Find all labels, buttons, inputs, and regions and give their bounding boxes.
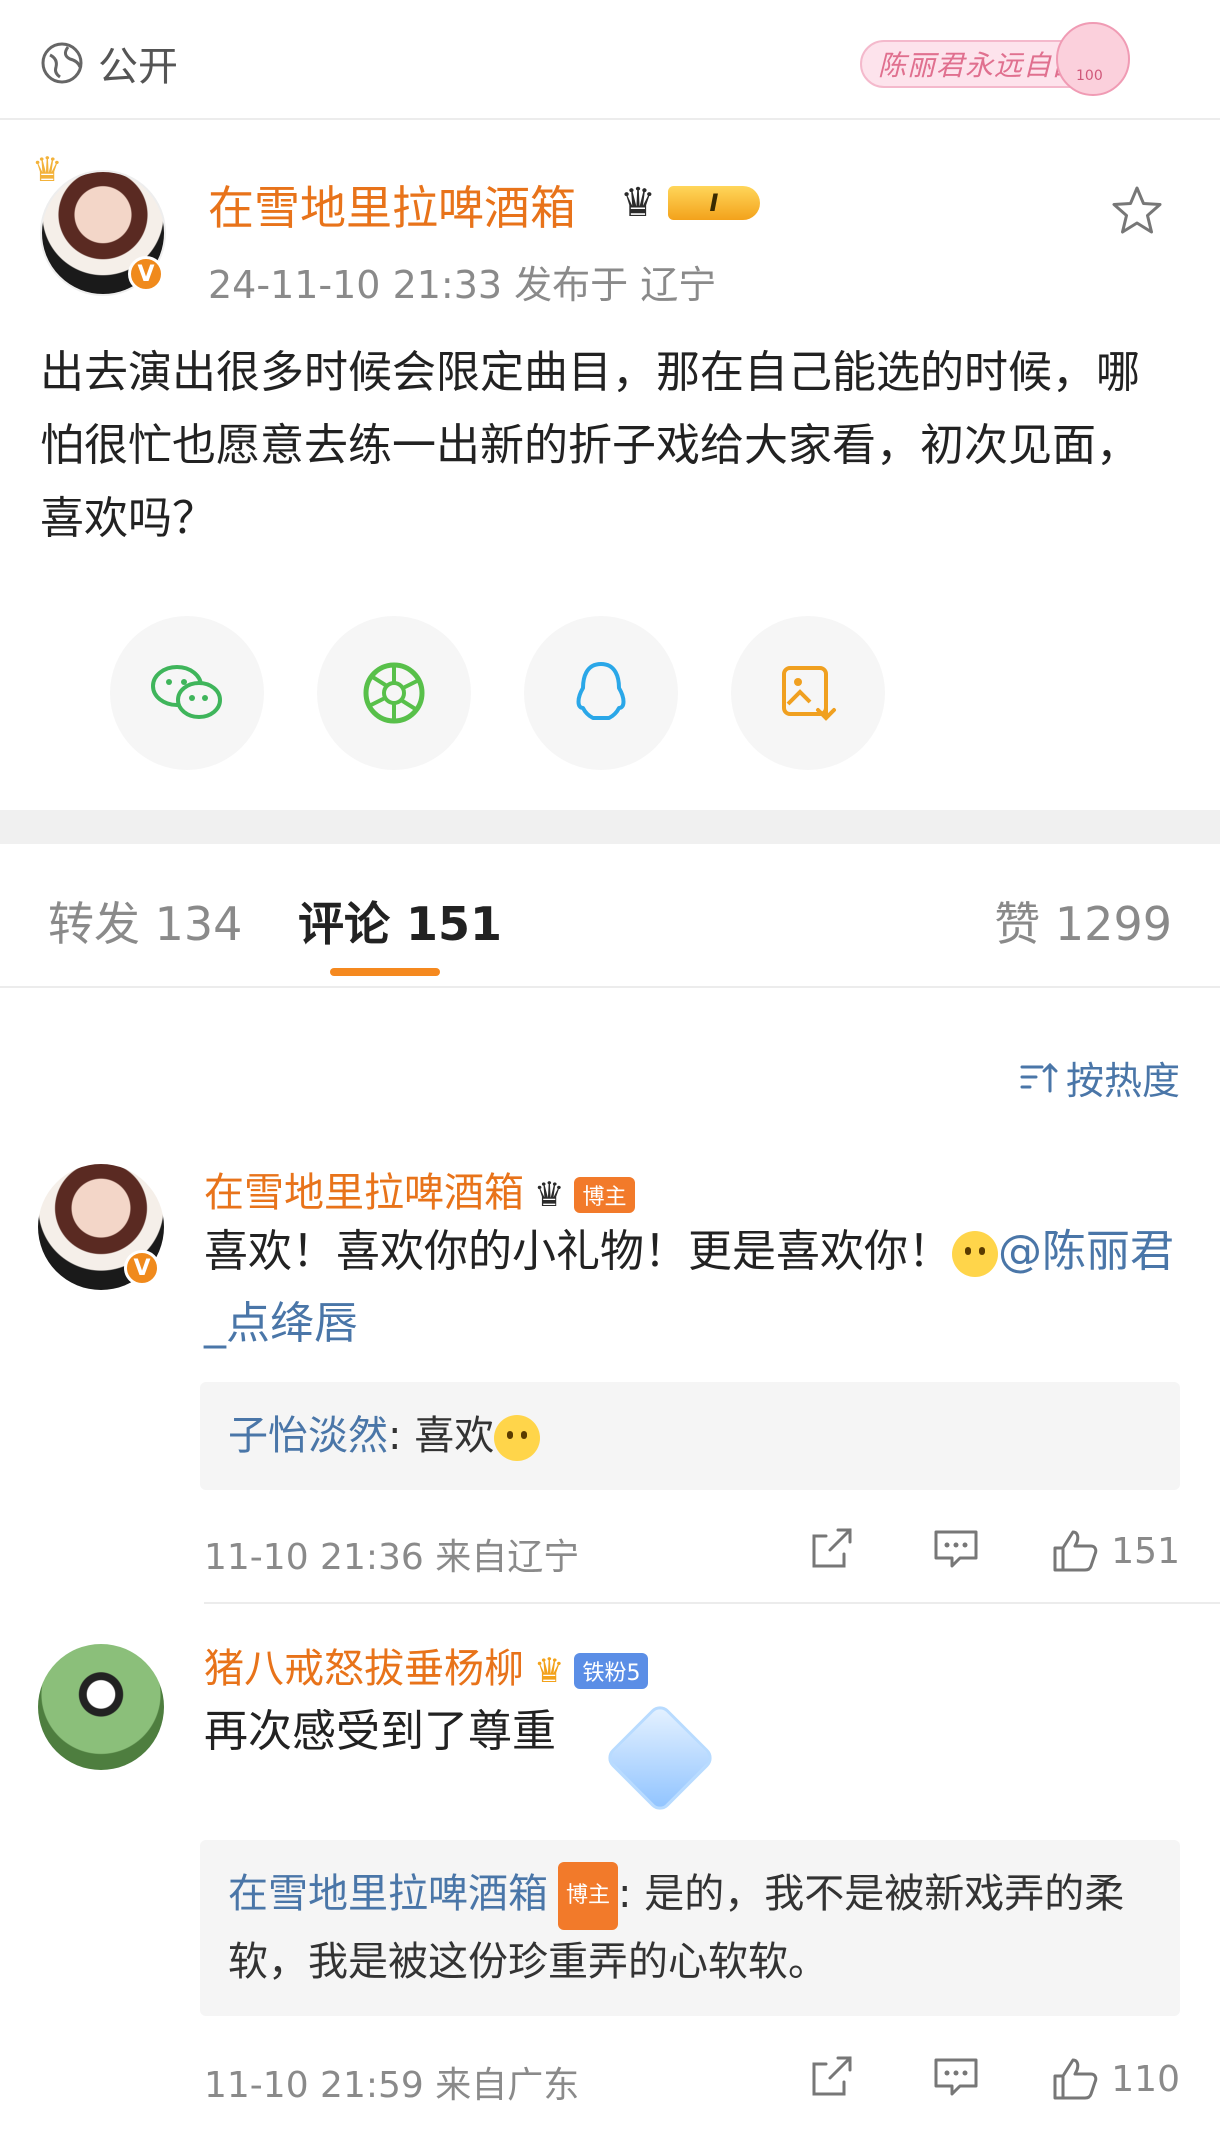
reply-author[interactable]: 在雪地里拉啤酒箱 — [228, 1871, 548, 1917]
comment-author-name: 猪八戒怒拔垂杨柳 — [204, 1646, 524, 1692]
visibility-indicator[interactable]: 公开 — [40, 34, 178, 92]
crown-badge-icon: ♛ — [620, 180, 656, 226]
comment-icon[interactable] — [932, 2054, 980, 2100]
comment-text: 喜欢！喜欢你的小礼物！更是喜欢你！ — [204, 1226, 952, 1277]
save-image-button[interactable] — [731, 616, 885, 770]
comment-icon[interactable] — [932, 1526, 980, 1572]
comment-divider — [204, 1602, 1220, 1604]
comment-avatar[interactable] — [38, 1644, 164, 1770]
pig-icon — [1056, 22, 1130, 96]
like-button[interactable]: 110 — [1051, 2056, 1180, 2102]
thumbs-up-icon — [1053, 1530, 1098, 1572]
comment-footer: 11-10 21:36 来自辽宁 151 — [204, 1522, 1180, 1582]
favorite-star-icon[interactable] — [1110, 184, 1164, 238]
comment-time: 11-10 21:36 来自辽宁 — [204, 1537, 580, 1578]
reply-text: : 喜欢 — [388, 1413, 495, 1459]
visibility-label: 公开 — [98, 44, 178, 90]
comment-body: 喜欢！喜欢你的小礼物！更是喜欢你！ @陈丽君_点绛唇 — [204, 1216, 1184, 1360]
moments-icon — [363, 662, 425, 724]
share-icon[interactable] — [808, 1526, 854, 1572]
save-image-icon — [782, 666, 836, 721]
crown-icon: ♛ — [32, 150, 63, 190]
like-button[interactable]: 151 — [1051, 1528, 1180, 1574]
comment-item: V 在雪地里拉啤酒箱 ♛ 博主 喜欢！喜欢你的小礼物！更是喜欢你！ @陈丽君_点绛唇 … — [0, 1160, 1220, 1600]
share-moments-button[interactable] — [317, 616, 471, 770]
tab-like[interactable]: 赞 1299 — [994, 888, 1172, 954]
post-header: ♛ V 在雪地里拉啤酒箱 ♛ I 24-11-10 21:33 发布于 辽宁 — [32, 150, 1180, 312]
section-divider — [0, 810, 1220, 844]
reply-preview[interactable]: 在雪地里拉啤酒箱 博主: 是的，我不是被新戏弄的柔软，我是被这份珍重弄的心软软。 — [200, 1840, 1180, 2016]
like-count: 151 — [1111, 1530, 1180, 1572]
tab-comment[interactable]: 评论 151 — [298, 888, 502, 954]
comment-author-name: 在雪地里拉啤酒箱 — [204, 1170, 524, 1216]
active-tab-indicator — [330, 968, 440, 976]
level-label: I — [668, 186, 760, 220]
share-row — [110, 616, 1110, 776]
share-wechat-button[interactable] — [110, 616, 264, 770]
author-tag: 博主 — [574, 1177, 635, 1213]
verified-icon: V — [124, 1250, 160, 1286]
share-qq-button[interactable] — [524, 616, 678, 770]
qq-icon — [576, 662, 626, 720]
globe-icon — [41, 42, 83, 84]
sort-by-hot-button[interactable]: 按热度 — [1020, 1050, 1180, 1105]
author-tag: 博主 — [558, 1862, 619, 1930]
reply-preview[interactable]: 子怡淡然: 喜欢 — [200, 1382, 1180, 1490]
tab-repost[interactable]: 转发 134 — [48, 888, 242, 954]
comment-author[interactable]: 在雪地里拉啤酒箱 ♛ 博主 — [204, 1160, 635, 1218]
emoji-icon — [494, 1415, 541, 1461]
reply-author[interactable]: 子怡淡然 — [228, 1413, 388, 1459]
wechat-icon — [151, 665, 222, 719]
comment-author[interactable]: 猪八戒怒拔垂杨柳 ♛ 铁粉5 — [204, 1636, 649, 1694]
sort-icon — [1020, 1062, 1058, 1092]
sticker-decoration: 陈丽君永远自由 — [860, 22, 1130, 98]
sort-label: 按热度 — [1065, 1059, 1180, 1103]
post-text: 出去演出很多时候会限定曲目，那在自己能选的时候，哪怕很忙也愿意去练一出新的折子戏… — [40, 347, 1140, 544]
comment-item: 猪八戒怒拔垂杨柳 ♛ 铁粉5 再次感受到了尊重 在雪地里拉啤酒箱 博主: 是的，我不是… — [0, 1636, 1220, 2116]
comment-time: 11-10 21:59 来自广东 — [204, 2065, 580, 2106]
comment-text: 再次感受到了尊重 — [204, 1706, 556, 1757]
like-count: 110 — [1111, 2058, 1180, 2100]
sticker-text: 陈丽君永远自由 — [878, 49, 1082, 82]
verified-icon: V — [128, 256, 164, 292]
engagement-tabs: 转发 134 评论 151 赞 1299 — [0, 844, 1220, 988]
share-icon[interactable] — [808, 2054, 854, 2100]
member-level-badge[interactable]: ♛ I — [620, 180, 780, 226]
top-bar: 公开 陈丽君永远自由 — [0, 0, 1220, 120]
thumbs-up-icon — [1053, 2058, 1098, 2100]
crown-icon: ♛ — [534, 1175, 565, 1215]
fan-tag: 铁粉5 — [574, 1653, 649, 1689]
comment-footer: 11-10 21:59 来自广东 110 — [204, 2050, 1180, 2110]
fan-crown-icon: ♛ — [534, 1651, 565, 1691]
post-meta: 24-11-10 21:33 发布于 辽宁 — [208, 263, 717, 307]
author-name[interactable]: 在雪地里拉啤酒箱 — [208, 172, 576, 238]
emoji-icon — [952, 1231, 998, 1277]
